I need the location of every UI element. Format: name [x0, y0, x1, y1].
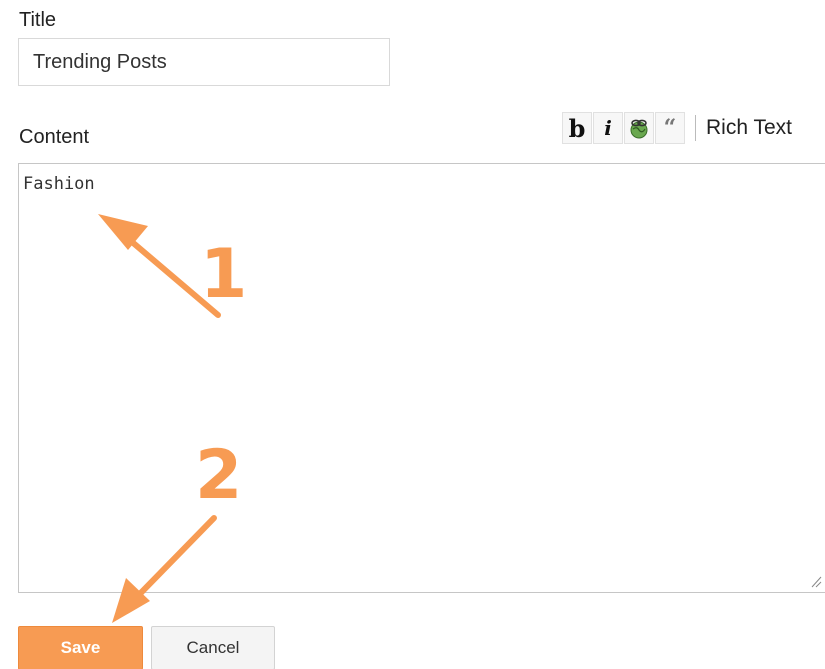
- cancel-button[interactable]: Cancel: [151, 626, 275, 669]
- title-input[interactable]: Trending Posts: [18, 38, 390, 86]
- link-icon[interactable]: [624, 112, 654, 144]
- quote-icon[interactable]: “: [655, 112, 685, 144]
- save-button[interactable]: Save: [18, 626, 143, 669]
- content-label: Content: [19, 126, 90, 148]
- italic-icon[interactable]: i: [593, 112, 623, 144]
- resize-grip-icon[interactable]: [810, 574, 822, 588]
- widget-edit-form: Title Trending Posts Content b i “ Rich …: [0, 0, 825, 669]
- bold-icon[interactable]: b: [562, 112, 592, 144]
- toolbar-divider: [695, 115, 696, 141]
- rich-text-link[interactable]: Rich Text: [706, 116, 792, 140]
- content-textarea[interactable]: Fashion: [18, 163, 825, 593]
- title-label: Title: [19, 9, 57, 31]
- editor-toolbar: b i “ Rich Text: [562, 110, 792, 146]
- link-globe-graphic: [630, 119, 648, 139]
